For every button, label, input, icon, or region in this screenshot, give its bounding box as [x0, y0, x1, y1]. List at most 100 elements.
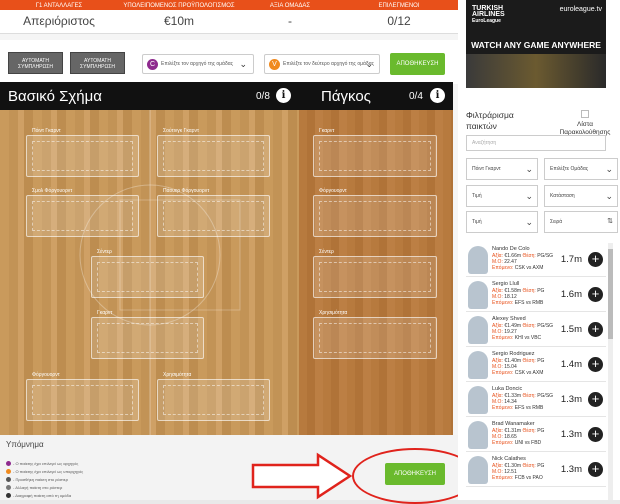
captain-placeholder: Επιλέξτε τον αρχηγό της ομάδας	[161, 61, 234, 67]
ad-slogan: WATCH ANY GAME ANYWHERE	[471, 40, 601, 50]
site-label: euroleague.tv	[559, 6, 602, 13]
vice-captain-dot-icon	[6, 469, 11, 475]
order-sort[interactable]: Σειρά ⇅	[544, 211, 618, 233]
header-label-team-value: ΑΞΙΑ ΟΜΑΔΑΣ	[240, 2, 340, 10]
scrollbar[interactable]	[608, 243, 613, 500]
court-area: Πόιντ Γκαρντ Σούτινγκ Γκαρντ Σμολ Φόργου…	[0, 110, 299, 435]
vice-captain-select[interactable]: V Επιλέξτε τον δεύτερο αρχηγό της ομάδας…	[264, 54, 380, 74]
chevron-down-icon: ⌄	[605, 191, 613, 201]
watchlist-toggle[interactable]: Λίστα Παρακολούθησης	[556, 110, 614, 137]
player-value: 1.4m	[560, 359, 582, 370]
chevron-down-icon: ⌄	[239, 59, 247, 69]
captain-select[interactable]: C Επιλέξτε τον αρχηγό της ομάδας ⌄	[142, 54, 254, 74]
bench-slot-utility[interactable]: Χρησιμότητα	[313, 310, 437, 359]
header-label-selected: ΕΠΙΛΕΓΜΕΝΟΙ	[340, 2, 458, 10]
add-player-icon[interactable]: +	[588, 427, 603, 442]
sidebar: TURKISH AIRLINES EuroLeague euroleague.tv …	[458, 0, 620, 500]
player-photo	[468, 456, 488, 484]
player-value: 1.5m	[560, 324, 582, 335]
header-value-selected: 0/12	[387, 14, 411, 28]
chevron-down-icon: ⌄	[525, 164, 533, 174]
lineup-title: Βασικό Σχήμα	[8, 88, 102, 105]
status-filter[interactable]: Κατάσταση ⌄	[544, 185, 618, 207]
add-player-icon[interactable]: +	[588, 287, 603, 302]
bench-slot-forward[interactable]: Φόργουορντ	[313, 188, 437, 237]
save-button-top[interactable]: ΑΠΟΘΗΚΕΥΣΗ	[390, 53, 445, 75]
value-sort[interactable]: Τιμή ⌄	[466, 211, 538, 233]
search-input[interactable]: Αναζήτηση	[466, 135, 606, 151]
scrollbar-thumb[interactable]	[608, 249, 613, 339]
player-row[interactable]: Luka Doncic Αξία: €1.33m Θέση: PG/SG Μ.Ο: …	[466, 383, 606, 417]
player-name: Alexey Shved	[492, 316, 526, 322]
autofill-button[interactable]: ΑΥΤΟΜΑΤΗ ΣΥΜΠΛΗΡΩΣΗ	[8, 52, 63, 74]
bench-area: Γκαρντ Φόργουορντ Σέντερ Χρησιμότητα	[299, 110, 453, 435]
header-value-budget: €10m	[163, 14, 195, 28]
captain-dot-icon	[6, 461, 11, 467]
annotation-arrow-icon	[251, 452, 353, 500]
player-next: Επόμενο: EFS vs RMB	[492, 405, 544, 411]
slot-utility[interactable]: Χρησιμότητα	[157, 372, 270, 421]
player-row[interactable]: Brad Wanamaker Αξία: €1.31m Θέση: PG Μ.Ο: …	[466, 418, 606, 452]
vice-captain-placeholder: Επιλέξτε τον δεύτερο αρχηγό της ομάδας	[283, 61, 374, 67]
player-row[interactable]: Nando De Colo Αξία: €1.66m Θέση: PG/SG Μ.Ο…	[466, 243, 606, 277]
slot-power-forward[interactable]: Πάουερ Φόργουορντ	[157, 188, 270, 237]
add-player-icon[interactable]: +	[588, 392, 603, 407]
slot-label: Σέντερ	[319, 249, 334, 255]
player-value: 1.6m	[560, 289, 582, 300]
player-next: Επόμενο: CSK vs AXM	[492, 265, 544, 271]
header-label-budget: ΥΠΟΛΕΙΠΟΜΕΝΟΣ ΠΡΟΫΠΟΛΟΓΙΣΜΟΣ	[118, 2, 240, 10]
slot-small-forward[interactable]: Σμολ Φόργουορντ	[26, 188, 139, 237]
player-value: 1.7m	[560, 254, 582, 265]
vice-captain-badge-icon: V	[269, 59, 280, 70]
slot-guard[interactable]: Γκαρντ	[91, 310, 204, 359]
lineup-count: 0/8	[256, 91, 270, 102]
add-player-icon[interactable]: +	[588, 252, 603, 267]
player-name: Sergio Llull	[492, 281, 520, 287]
player-photo	[468, 316, 488, 344]
slot-shooting-guard[interactable]: Σούτινγκ Γκαρντ	[157, 128, 270, 177]
add-player-icon[interactable]: +	[588, 322, 603, 337]
checkbox-icon[interactable]	[581, 110, 589, 118]
player-row[interactable]: Nick Calathes Αξία: €1.30m Θέση: PG Μ.Ο: 1…	[466, 453, 606, 487]
filters-title: Φιλτράρισμα παικτών	[466, 110, 514, 131]
legend-item: - Ο παίκτης έχει επιλεγεί ως υπαρχηγός	[6, 469, 83, 475]
player-photo	[468, 281, 488, 309]
add-player-icon[interactable]: +	[588, 462, 603, 477]
add-player-icon[interactable]: +	[588, 357, 603, 372]
slot-label: Γκαρντ	[97, 310, 113, 316]
legend-item: - Διαγραφή παίκτη από τη ομάδα	[6, 493, 71, 499]
player-row[interactable]: Alexey Shved Αξία: €1.49m Θέση: PG/SG Μ.Ο:…	[466, 313, 606, 347]
slot-label: Πόιντ Γκαρντ	[32, 128, 61, 134]
legend-item: - Αλλαγή παίκτη στο ρόστερ	[6, 485, 62, 491]
player-photo	[468, 246, 488, 274]
info-icon[interactable]: i	[430, 88, 445, 103]
slot-label: Φόργουορντ	[319, 188, 347, 194]
bench-bar: Πάγκος 0/4 i	[299, 82, 453, 110]
slot-label: Σέντερ	[97, 249, 112, 255]
player-next: Επόμενο: CSK vs AXM	[492, 370, 544, 376]
player-row[interactable]: Sergio Llull Αξία: €1.58m Θέση: PG Μ.Ο: 18…	[466, 278, 606, 312]
bench-slot-guard[interactable]: Γκαρντ	[313, 128, 437, 177]
slot-forward[interactable]: Φόργουορντ	[26, 372, 139, 421]
player-next: Επόμενο: UNI vs FBD	[492, 440, 542, 446]
price-filter[interactable]: Τιμή ⌄	[466, 185, 538, 207]
ad-photo	[466, 54, 606, 88]
ad-banner[interactable]: TURKISH AIRLINES EuroLeague euroleague.tv …	[466, 0, 606, 88]
info-icon[interactable]: i	[276, 88, 291, 103]
slot-point-guard[interactable]: Πόιντ Γκαρντ	[26, 128, 139, 177]
autofill-button-2[interactable]: ΑΥΤΟΜΑΤΗ ΣΥΜΠΛΗΡΩΣΗ	[70, 52, 125, 74]
position-filter[interactable]: Πόιντ Γκαρντ ⌄	[466, 158, 538, 180]
player-value: 1.3m	[560, 429, 582, 440]
player-name: Sergio Rodriguez	[492, 351, 535, 357]
player-name: Luka Doncic	[492, 386, 523, 392]
player-row[interactable]: Sergio Rodriguez Αξία: €1.40m Θέση: PG Μ.Ο…	[466, 348, 606, 382]
player-name: Nick Calathes	[492, 456, 526, 462]
slot-center[interactable]: Σέντερ	[91, 249, 204, 298]
sort-icon: ⇅	[607, 218, 613, 225]
remove-dot-icon	[6, 493, 11, 499]
airline-logo: TURKISH AIRLINES EuroLeague	[472, 5, 505, 24]
legend-title: Υπόμνημα	[6, 440, 44, 449]
lineup-bar: Βασικό Σχήμα 0/8 i	[0, 82, 299, 110]
team-filter[interactable]: Επιλέξτε Ομάδας ⌄	[544, 158, 618, 180]
bench-slot-center[interactable]: Σέντερ	[313, 249, 437, 298]
